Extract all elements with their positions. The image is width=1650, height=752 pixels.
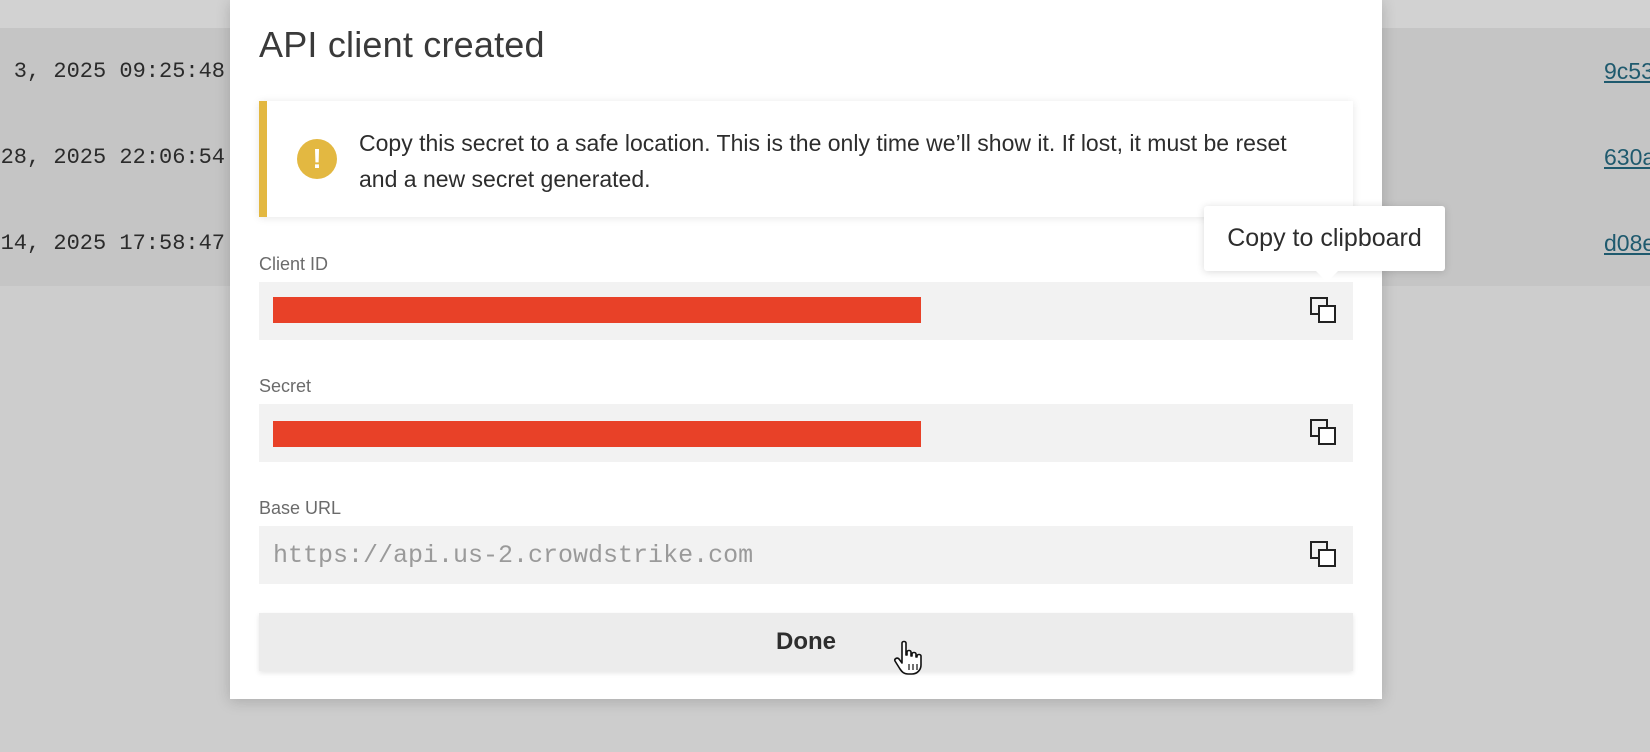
copy-secret-button[interactable] [1309,418,1339,448]
copy-base-url-button[interactable] [1309,540,1339,570]
secret-label: Secret [259,376,312,396]
base-url-field[interactable]: https://api.us-2.crowdstrike.com [259,526,1353,584]
dialog-title: API client created [259,24,545,65]
base-url-label: Base URL [259,498,342,518]
row-id-link[interactable]: 630a [1604,114,1650,200]
row-timestamp: 28, 2025 22:06:54 [0,144,225,170]
secret-field[interactable] [259,404,1353,462]
base-url-value: https://api.us-2.crowdstrike.com [273,540,754,570]
copy-tooltip: Copy to clipboard [1204,206,1445,271]
row-timestamp: 3, 2025 09:25:48 [13,58,225,84]
warning-message: Copy this secret to a safe location. Thi… [359,130,1287,192]
copy-icon [1310,541,1336,567]
row-timestamp: 14, 2025 17:58:47 [0,230,225,256]
api-client-created-dialog: API client created ! Copy this secret to… [230,0,1382,699]
copy-client-id-button[interactable] [1309,296,1339,326]
hand-pointer-cursor-icon [894,640,922,675]
row-id-link[interactable]: d08e [1604,200,1650,286]
exclamation-icon: ! [297,139,337,179]
warning-alert: ! Copy this secret to a safe location. T… [259,101,1353,217]
tooltip-arrow [1315,270,1339,282]
client-id-field[interactable] [259,282,1353,340]
redaction-bar [273,297,921,323]
copy-icon [1310,297,1336,323]
redaction-bar [273,421,921,447]
row-id-link[interactable]: 9c53 [1604,28,1650,114]
copy-icon [1310,419,1336,445]
client-id-label: Client ID [259,254,329,274]
done-button[interactable]: Done [259,613,1353,671]
